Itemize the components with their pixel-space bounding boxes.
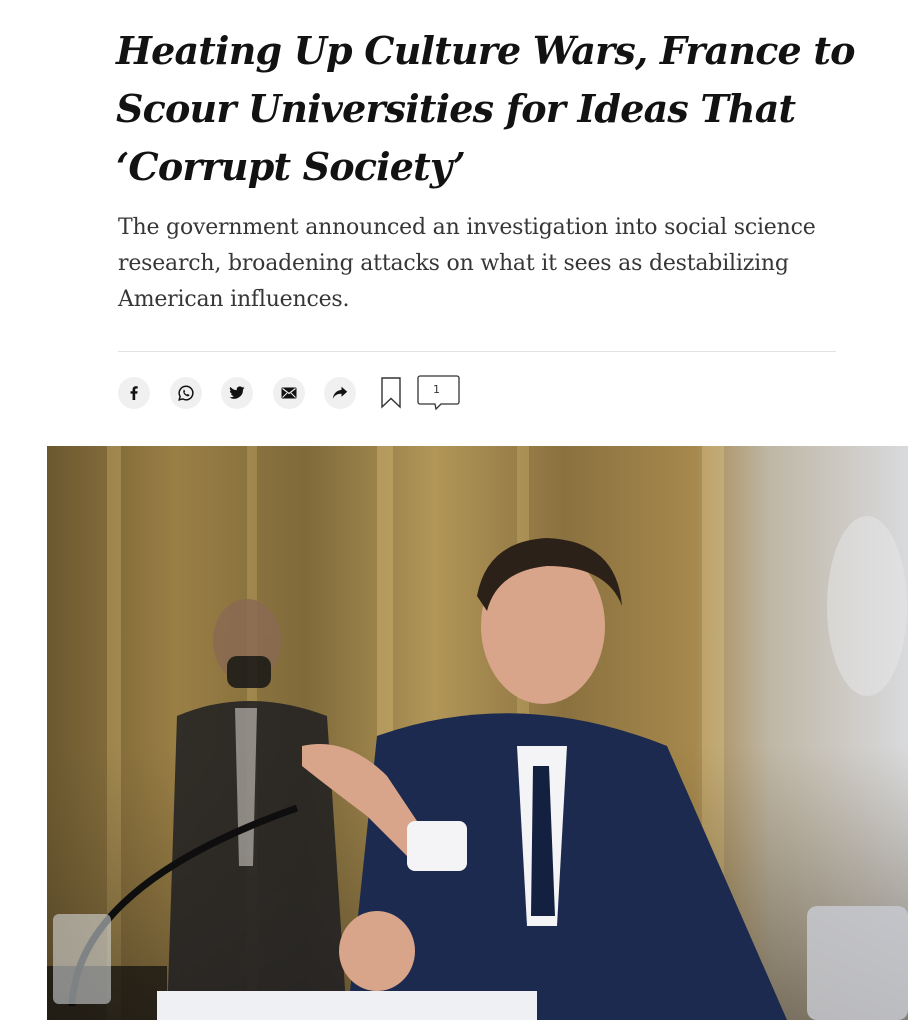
water-glass	[53, 914, 111, 1004]
divider	[118, 351, 836, 352]
email-share-button[interactable]	[272, 377, 305, 409]
bookmark-icon	[380, 377, 401, 409]
share-arrow-icon	[332, 386, 348, 399]
article-headline: Heating Up Culture Wars, France to Scour…	[116, 28, 855, 189]
article-summary: The government announced an investigatio…	[118, 215, 816, 312]
comments-button[interactable]: 1	[416, 375, 460, 411]
lead-photo	[47, 446, 908, 1020]
comment-count: 1	[433, 383, 440, 396]
whatsapp-share-button[interactable]	[169, 377, 202, 409]
chair	[807, 906, 908, 1020]
share-toolbar: 1	[118, 375, 460, 411]
save-bookmark-button[interactable]	[380, 377, 402, 409]
twitter-icon	[229, 386, 245, 399]
more-share-button[interactable]	[324, 377, 356, 409]
email-icon	[281, 387, 296, 399]
desk-papers	[157, 991, 537, 1020]
whatsapp-icon	[177, 385, 194, 401]
twitter-share-button[interactable]	[221, 377, 253, 409]
facebook-share-button[interactable]	[118, 377, 150, 409]
facebook-icon	[130, 386, 138, 400]
